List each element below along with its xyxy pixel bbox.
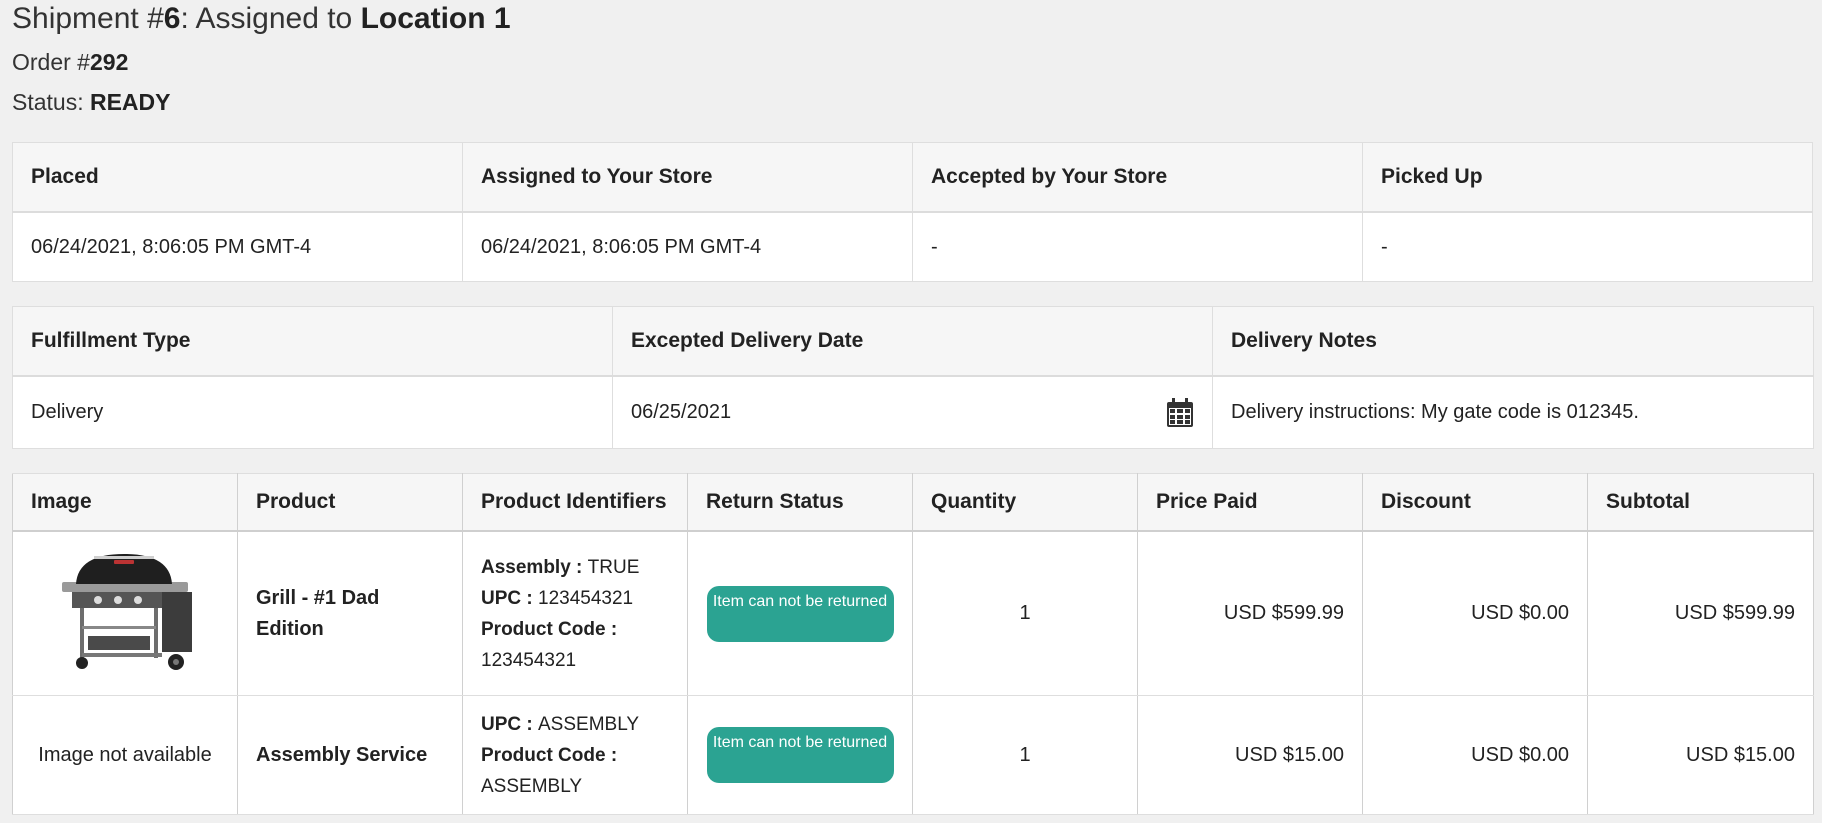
col-return-status: Return Status xyxy=(687,473,913,532)
assigned-value: 06/24/2021, 8:06:05 PM GMT-4 xyxy=(462,211,913,282)
product-name: Grill - #1 Dad Edition xyxy=(237,530,463,696)
identifier-value: TRUE xyxy=(587,556,640,578)
col-price-paid: Price Paid xyxy=(1137,473,1363,532)
fulfillment-header-row: Fulfillment Type Excepted Delivery Date … xyxy=(12,306,1814,377)
status-prefix: Status: xyxy=(12,89,90,115)
status-badge: Item can not be returned xyxy=(706,585,894,642)
col-image: Image xyxy=(12,473,238,532)
placed-value: 06/24/2021, 8:06:05 PM GMT-4 xyxy=(12,211,463,282)
identifier-label: Product Code : xyxy=(481,618,618,640)
timeline-header-row: Placed Assigned to Your Store Accepted b… xyxy=(12,142,1813,213)
quantity-value: 1 xyxy=(912,695,1138,815)
subtotal-value: USD $15.00 xyxy=(1587,695,1814,815)
identifier-value: 123454321 xyxy=(481,649,577,671)
table-row: Grill - #1 Dad Edition Assembly : TRUE U… xyxy=(12,530,1814,696)
status-line: Status: READY xyxy=(12,89,171,116)
return-status-cell: Item can not be returned xyxy=(687,530,913,696)
items-header-row: Image Product Product Identifiers Return… xyxy=(12,473,1814,532)
return-status-cell: Item can not be returned xyxy=(687,695,913,815)
status-badge: Item can not be returned xyxy=(706,727,894,783)
identifier-label: UPC : xyxy=(481,587,538,609)
discount-value: USD $0.00 xyxy=(1362,695,1588,815)
identifier-upc: UPC : 123454321 xyxy=(481,583,669,614)
identifier-label: UPC : xyxy=(481,713,538,735)
price-paid-value: USD $15.00 xyxy=(1137,695,1363,815)
identifier-product-code: Product Code : 123454321 xyxy=(481,614,669,676)
col-subtotal: Subtotal xyxy=(1587,473,1814,532)
identifier-value: ASSEMBLY xyxy=(481,775,583,797)
col-accepted: Accepted by Your Store xyxy=(912,142,1363,213)
col-delivery-date: Excepted Delivery Date xyxy=(612,306,1213,377)
col-fulfillment-type: Fulfillment Type xyxy=(12,306,613,377)
col-product: Product xyxy=(237,473,463,532)
identifier-value: 123454321 xyxy=(538,587,634,609)
assigned-text: : Assigned to xyxy=(180,2,361,35)
identifier-product-code: Product Code : ASSEMBLY xyxy=(481,740,669,802)
col-quantity: Quantity xyxy=(912,473,1138,532)
items-table: Image Product Product Identifiers Return… xyxy=(12,473,1814,815)
timeline-table: Placed Assigned to Your Store Accepted b… xyxy=(12,142,1813,282)
shipment-title: Shipment #6: Assigned to Location 1 xyxy=(12,2,511,36)
status-value: READY xyxy=(89,89,171,115)
image-not-available: Image not available xyxy=(12,695,238,815)
delivery-date-value: 06/25/2021 xyxy=(631,401,732,423)
product-identifiers: UPC : ASSEMBLY Product Code : ASSEMBLY xyxy=(462,695,688,815)
col-placed: Placed xyxy=(12,142,463,213)
delivery-date-field[interactable]: 06/25/2021 xyxy=(612,375,1213,449)
shipment-header: Shipment #6: Assigned to Location 1 Orde… xyxy=(0,0,1822,130)
accepted-value: - xyxy=(912,211,1363,282)
discount-value: USD $0.00 xyxy=(1362,530,1588,696)
col-picked-up: Picked Up xyxy=(1362,142,1813,213)
product-image-cell xyxy=(12,530,238,696)
picked-up-value: - xyxy=(1362,211,1813,282)
order-prefix: Order # xyxy=(12,49,90,75)
col-discount: Discount xyxy=(1362,473,1588,532)
shipment-prefix: Shipment # xyxy=(12,2,164,35)
subtotal-value: USD $599.99 xyxy=(1587,530,1814,696)
col-identifiers: Product Identifiers xyxy=(462,473,688,532)
identifier-assembly: Assembly : TRUE xyxy=(481,552,669,583)
fulfillment-table: Fulfillment Type Excepted Delivery Date … xyxy=(12,306,1814,449)
fulfillment-value-row: Delivery 06/25/2021 Delivery instruction… xyxy=(12,375,1814,449)
price-paid-value: USD $599.99 xyxy=(1137,530,1363,696)
identifier-label: Product Code : xyxy=(481,744,618,766)
col-delivery-notes: Delivery Notes xyxy=(1212,306,1814,377)
grill-image xyxy=(62,553,192,670)
order-number: 292 xyxy=(89,49,129,75)
quantity-value: 1 xyxy=(912,530,1138,696)
order-line: Order #292 xyxy=(12,49,128,76)
product-identifiers: Assembly : TRUE UPC : 123454321 Product … xyxy=(462,530,688,696)
location-name: Location 1 xyxy=(360,2,511,35)
identifier-label: Assembly : xyxy=(481,556,588,578)
timeline-value-row: 06/24/2021, 8:06:05 PM GMT-4 06/24/2021,… xyxy=(12,211,1813,282)
table-row: Image not available Assembly Service UPC… xyxy=(12,695,1814,815)
identifier-value: ASSEMBLY xyxy=(538,713,640,735)
identifier-upc: UPC : ASSEMBLY xyxy=(481,709,669,740)
col-assigned: Assigned to Your Store xyxy=(462,142,913,213)
shipment-number: 6 xyxy=(163,2,181,35)
calendar-icon[interactable] xyxy=(1166,397,1194,428)
fulfillment-type-value: Delivery xyxy=(12,375,613,449)
product-name: Assembly Service xyxy=(237,695,463,815)
delivery-notes-value: Delivery instructions: My gate code is 0… xyxy=(1212,375,1814,449)
